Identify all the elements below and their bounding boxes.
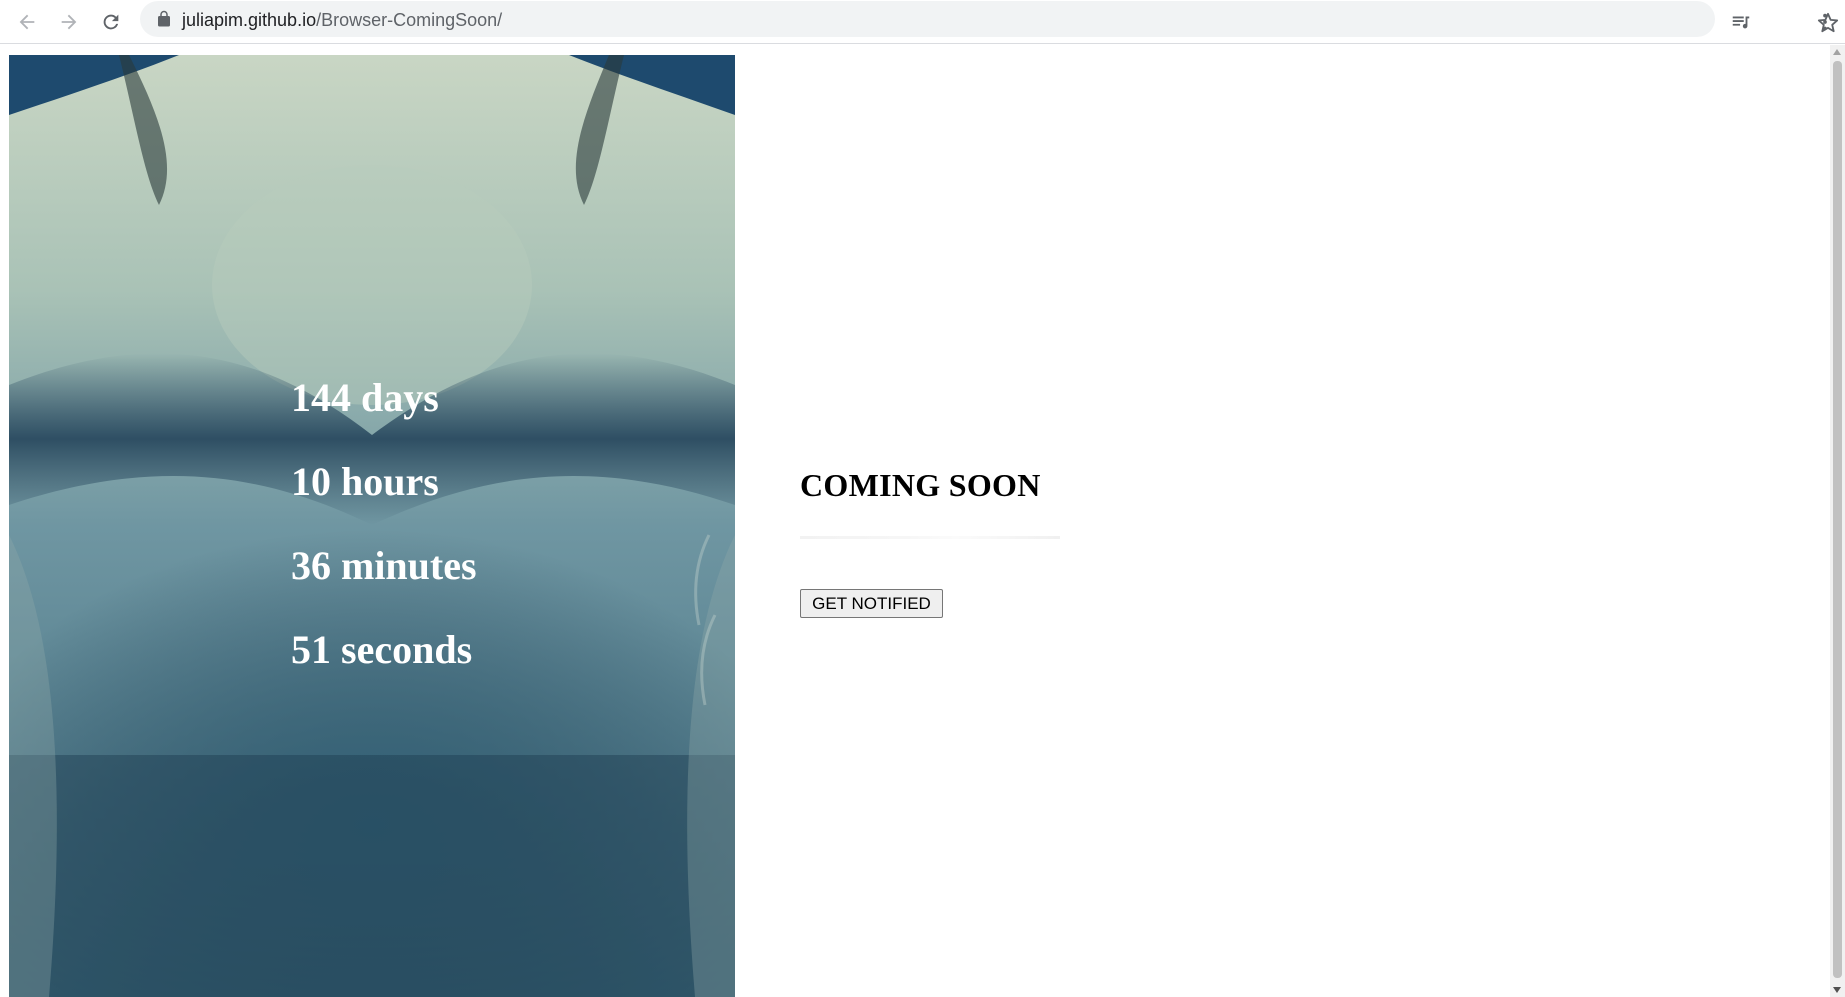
address-bar[interactable]: juliapim.github.io/Browser-ComingSoon/ — [140, 1, 1839, 37]
url-text[interactable]: juliapim.github.io/Browser-ComingSoon/ — [182, 9, 502, 31]
countdown-days: 144 days — [291, 375, 439, 420]
back-button[interactable] — [9, 4, 45, 40]
url-path: /Browser-ComingSoon/ — [316, 10, 503, 30]
forward-arrow-icon — [61, 14, 77, 30]
kebab-menu-icon — [1823, 13, 1827, 31]
browser-toolbar: juliapim.github.io/Browser-ComingSoon/ — [0, 0, 1845, 44]
scroll-thumb[interactable] — [1833, 61, 1842, 978]
lock-icon — [158, 10, 170, 27]
media-control-button[interactable] — [1723, 4, 1759, 40]
vertical-scrollbar[interactable] — [1830, 45, 1845, 997]
countdown-hours: 10 hours — [291, 459, 439, 504]
page-viewport: 144 days 10 hours 36 minutes 51 seconds … — [0, 45, 1845, 997]
reload-icon — [103, 14, 119, 30]
browser-menu-button[interactable] — [1807, 4, 1843, 40]
scroll-down-arrow-icon[interactable] — [1833, 987, 1841, 993]
faint-divider — [800, 536, 1060, 539]
hero-shark-image: 144 days 10 hours 36 minutes 51 seconds — [9, 55, 735, 997]
url-host: juliapim.github.io — [182, 10, 317, 30]
back-arrow-icon — [19, 14, 35, 30]
reload-button[interactable] — [93, 4, 129, 40]
countdown-seconds: 51 seconds — [291, 627, 473, 672]
page-title: COMING SOON — [800, 467, 1041, 503]
scroll-up-arrow-icon[interactable] — [1833, 49, 1841, 55]
countdown-minutes: 36 minutes — [291, 543, 477, 588]
forward-button[interactable] — [51, 4, 87, 40]
media-queue-icon — [1732, 16, 1750, 29]
get-notified-button[interactable]: GET NOTIFIED — [800, 589, 943, 618]
countdown-timer: 144 days 10 hours 36 minutes 51 seconds — [291, 375, 477, 711]
